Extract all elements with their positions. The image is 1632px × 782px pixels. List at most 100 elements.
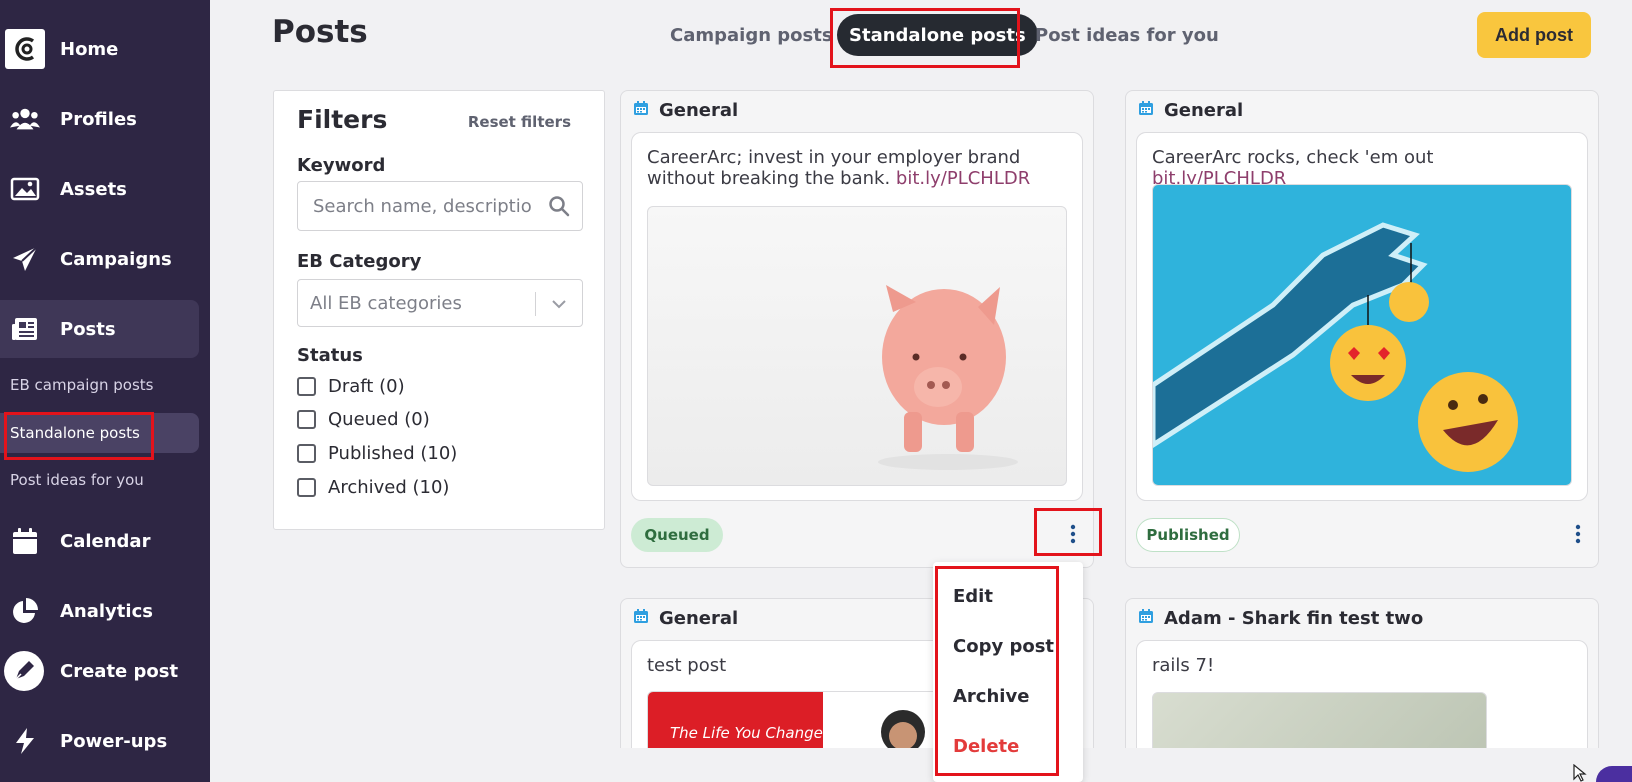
sidebar-item-label: Create post xyxy=(60,660,179,682)
calendar-icon xyxy=(1138,100,1154,121)
reset-filters-button[interactable]: Reset filters xyxy=(468,113,571,131)
sidebar-subitem-post-ideas[interactable]: Post ideas for you xyxy=(0,460,199,500)
sidebar-item-label: Profiles xyxy=(60,108,137,130)
checkbox-label: Queued (0) xyxy=(328,408,430,430)
checkbox[interactable] xyxy=(297,477,316,497)
checkbox[interactable] xyxy=(297,443,316,463)
filters-panel: Filters Reset filters Keyword Search nam… xyxy=(273,90,605,530)
sidebar-item-home[interactable]: Home xyxy=(0,20,199,78)
sidebar-item-assets[interactable]: Assets xyxy=(0,160,199,218)
sidebar-item-posts[interactable]: Posts xyxy=(0,300,199,358)
sidebar-item-label: Calendar xyxy=(60,530,151,552)
paper-plane-icon xyxy=(10,244,40,274)
tab-campaign-posts[interactable]: Campaign posts xyxy=(670,14,833,56)
checkbox-label: Archived (10) xyxy=(328,476,450,498)
chat-bubble-icon[interactable] xyxy=(1596,766,1632,782)
checkbox[interactable] xyxy=(297,376,316,396)
status-badge: Published xyxy=(1136,518,1240,552)
sidebar-item-campaigns[interactable]: Campaigns xyxy=(0,230,199,288)
menu-item-edit[interactable]: Edit xyxy=(953,586,993,607)
post-link[interactable]: bit.ly/PLCHLDR xyxy=(896,168,1030,189)
users-icon xyxy=(10,104,40,134)
status-checkbox-draft[interactable]: Draft (0) xyxy=(297,373,405,399)
sidebar-item-label: Analytics xyxy=(60,600,153,622)
post-image-hand-emojis xyxy=(1152,184,1572,486)
sidebar-subitem-label: Standalone posts xyxy=(10,424,140,442)
post-image-piggy-bank xyxy=(647,206,1067,486)
post-text: CareerArc rocks, check 'em out bit.ly/PL… xyxy=(1152,147,1572,189)
bolt-icon xyxy=(10,726,40,756)
piggy-bank-illustration xyxy=(878,285,1018,470)
pie-chart-icon xyxy=(10,596,40,626)
sidebar-item-label: Home xyxy=(60,38,119,60)
status-checkbox-published[interactable]: Published (10) xyxy=(297,440,457,466)
sidebar-subitem-standalone-posts[interactable]: Standalone posts xyxy=(0,413,199,453)
more-options-icon[interactable] xyxy=(1568,519,1588,549)
image-caption: The Life You Change xyxy=(670,724,823,742)
status-badge: Queued xyxy=(631,518,723,552)
card-header: General xyxy=(633,100,738,121)
sidebar-item-label: Campaigns xyxy=(60,248,172,270)
menu-item-delete[interactable]: Delete xyxy=(953,736,1019,757)
keyword-label: Keyword xyxy=(297,155,386,176)
status-checkbox-archived[interactable]: Archived (10) xyxy=(297,474,449,500)
checkbox-label: Draft (0) xyxy=(328,375,405,397)
sidebar-subitem-eb-campaign-posts[interactable]: EB campaign posts xyxy=(0,365,199,405)
card-header: General xyxy=(1138,100,1243,121)
post-text-content: CareerArc rocks, check 'em out xyxy=(1152,147,1434,168)
card-header: Adam - Shark fin test two xyxy=(1138,608,1423,629)
sidebar-item-power-ups[interactable]: Power-ups xyxy=(0,712,199,770)
card-header: General xyxy=(633,608,738,629)
newspaper-icon xyxy=(10,314,40,344)
page-title: Posts xyxy=(272,14,368,50)
eb-category-label: EB Category xyxy=(297,251,422,272)
sidebar-item-label: Power-ups xyxy=(60,730,168,752)
card-category: General xyxy=(1164,100,1244,121)
post-text: CareerArc; invest in your employer brand… xyxy=(647,147,1067,189)
checkbox[interactable] xyxy=(297,409,316,429)
sidebar-item-profiles[interactable]: Profiles xyxy=(0,90,199,148)
keyword-placeholder: Search name, description xyxy=(313,196,533,217)
menu-item-copy-post[interactable]: Copy post xyxy=(953,636,1054,657)
menu-item-archive[interactable]: Archive xyxy=(953,686,1029,707)
card-category: General xyxy=(659,100,739,121)
tab-post-ideas[interactable]: Post ideas for you xyxy=(1035,14,1219,56)
checkbox-label: Published (10) xyxy=(328,442,458,464)
calendar-icon xyxy=(1138,608,1154,629)
calendar-icon xyxy=(633,100,649,121)
select-divider xyxy=(535,292,536,316)
post-card[interactable]: General CareerArc; invest in your employ… xyxy=(620,90,1094,568)
sidebar-subitem-label: Post ideas for you xyxy=(10,471,144,489)
sidebar-item-analytics[interactable]: Analytics xyxy=(0,582,199,640)
card-category: General xyxy=(659,608,739,629)
status-label: Status xyxy=(297,345,363,366)
status-checkbox-queued[interactable]: Queued (0) xyxy=(297,406,430,432)
sidebar-item-create-post[interactable]: Create post xyxy=(0,642,199,700)
keyword-search-input[interactable]: Search name, description xyxy=(297,181,583,231)
eb-category-value: All EB categories xyxy=(310,293,462,314)
sidebar-subitem-label: EB campaign posts xyxy=(10,376,154,394)
sidebar-item-label: Assets xyxy=(60,178,127,200)
tab-label: Post ideas for you xyxy=(1035,24,1219,46)
search-icon xyxy=(548,195,570,221)
image-icon xyxy=(10,174,40,204)
page-bottom-strip xyxy=(210,748,1632,782)
tab-label: Campaign posts xyxy=(670,24,833,46)
sidebar-item-calendar[interactable]: Calendar xyxy=(0,512,199,570)
post-text: rails 7! xyxy=(1152,655,1215,676)
sidebar-item-label: Posts xyxy=(60,318,116,340)
post-card[interactable]: General CareerArc rocks, check 'em out b… xyxy=(1125,90,1599,568)
sidebar: Home Profiles Assets Campaigns Posts EB … xyxy=(0,0,210,782)
more-options-icon[interactable] xyxy=(1063,519,1083,549)
hand-emoji-illustration xyxy=(1153,222,1518,472)
eb-category-select[interactable]: All EB categories xyxy=(297,279,583,327)
filters-title: Filters xyxy=(297,105,388,134)
post-options-menu: Edit Copy post Archive Delete xyxy=(933,562,1083,782)
tab-standalone-posts[interactable]: Standalone posts xyxy=(837,14,1038,56)
card-category: Adam - Shark fin test two xyxy=(1164,608,1424,629)
calendar-icon xyxy=(10,526,40,556)
card-body: CareerArc rocks, check 'em out bit.ly/PL… xyxy=(1136,132,1588,501)
pen-icon xyxy=(4,651,44,691)
chevron-down-icon xyxy=(550,295,568,317)
add-post-button[interactable]: Add post xyxy=(1477,12,1591,58)
